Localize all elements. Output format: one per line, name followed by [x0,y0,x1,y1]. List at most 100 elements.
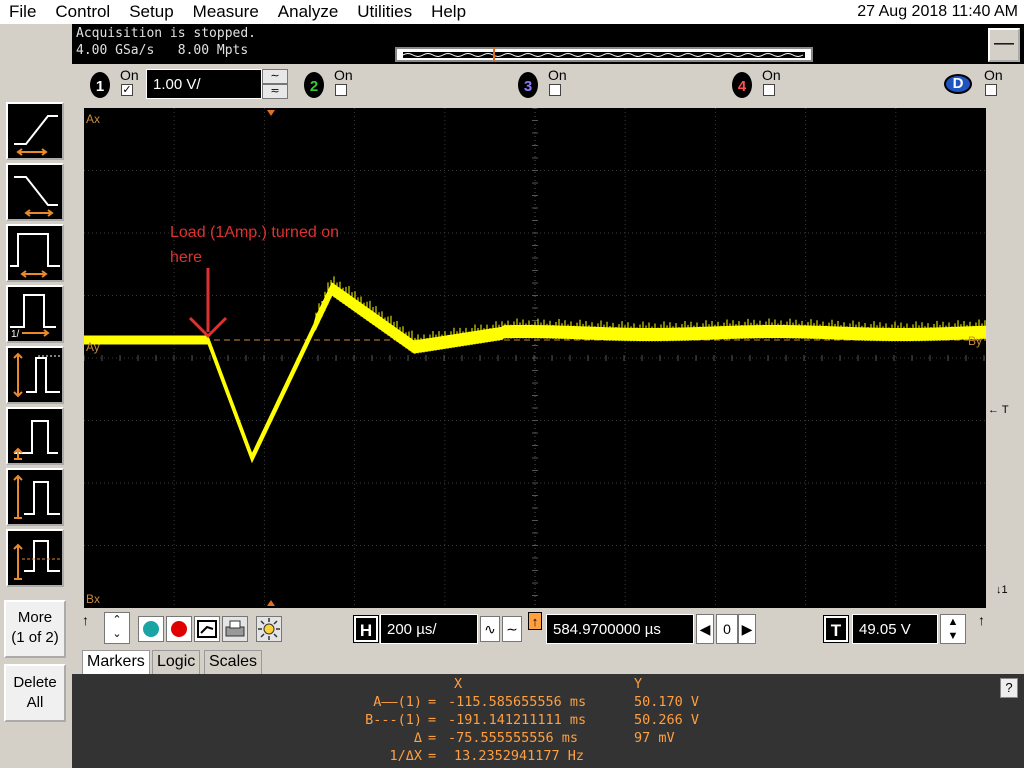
delete-all-button[interactable]: Delete All [4,664,66,722]
menu-file[interactable]: File [0,0,46,24]
markers-panel: X Y A——(1) = -115.585655556 ms 50.170 V … [72,674,1024,768]
setup-hold-trigger-icon [13,420,58,460]
load-annotation: Load (1Amp.) turned on here [170,220,339,270]
delay-zero-button[interactable]: 0 [716,614,738,644]
digital-checkbox[interactable] [985,84,997,96]
marker-a-y: 50.170 V [634,694,700,710]
trigger-level-marker[interactable]: ← T [988,404,1009,416]
channel-1-badge[interactable]: 1 [90,72,110,98]
channel-1-scale-field[interactable]: 1.00 V/ [146,69,262,99]
runt-trigger-button[interactable] [6,346,64,404]
channel-3-badge[interactable]: 3 [518,72,538,98]
marker-by-label: By [968,334,983,348]
digital-channel-badge[interactable]: D [944,74,972,94]
marker-b-y: 50.266 V [634,712,700,728]
waveform-screen: Ax Bx Ay By Load (1Amp.) turned on here … [72,104,1024,608]
memory-waveform-overview [403,47,805,61]
trigger-level-field[interactable]: 49.05 V [852,614,938,644]
waveform-canvas [84,108,986,608]
channel-4-on-label: On [762,67,781,83]
menu-help[interactable]: Help [422,0,476,24]
delay-left-button[interactable]: ◀ [696,614,714,644]
memory-bar [395,47,813,62]
more-page-label: (1 of 2) [11,629,59,646]
run-icon [143,621,159,637]
marker-b-eq: = [428,712,437,728]
sun-icon [258,618,280,640]
acquisition-status: Acquisition is stopped. [76,26,257,41]
stop-button[interactable] [166,616,192,642]
timeout-trigger-button[interactable] [6,529,64,587]
single-button[interactable] [194,616,220,642]
tab-markers[interactable]: Markers [82,650,150,674]
channel-2-on-label: On [334,67,353,83]
memory-position-marker[interactable] [493,47,495,61]
delete-label: Delete [13,674,57,691]
scroll-updown-button[interactable]: ⌃ ⌄ [104,612,130,644]
markers-x-header: X [454,676,463,692]
menu-analyze[interactable]: Analyze [269,0,348,24]
marker-delta-x: -75.555555556 ms [448,730,579,746]
nth-edge-trigger-button[interactable]: 1/ [6,285,64,343]
timeout-trigger-icon [13,540,60,580]
coarse-button[interactable]: ∼ [502,616,522,642]
channel-4-checkbox[interactable] [763,84,775,96]
horizontal-badge[interactable]: H [353,615,379,643]
clock-display: 27 Aug 2018 11:40 AM [857,3,1018,20]
marker-ay-label: Ay [86,340,100,354]
scroll-top-icon[interactable]: ↑ [978,612,985,628]
channel-2-checkbox[interactable] [335,84,347,96]
channel-bar: 1 On ✓ 1.00 V/ ∼ ≂ 2 On 3 On 4 On D On [72,64,1024,104]
help-button[interactable]: ? [1000,678,1018,698]
channel-1-checkbox[interactable]: ✓ [121,84,133,96]
trigger-level-stepper[interactable]: ▲ ▼ [940,614,966,644]
delete-all-label: All [26,694,44,711]
tab-scales[interactable]: Scales [204,650,263,674]
coupling-ac-button[interactable]: ∼ [262,69,288,84]
coupling-dc-button[interactable]: ≂ [262,84,288,99]
falling-edge-trigger-icon [14,176,58,217]
marker-a-label: A——(1) [373,694,422,710]
transition-trigger-button[interactable] [6,468,64,526]
trigger-toolbar: 1/ More (1 of 2) Delete All [0,24,72,768]
transition-trigger-icon [13,474,60,519]
channel-1-ground-marker[interactable]: ↓1 [996,584,1008,596]
menu-measure[interactable]: Measure [184,0,269,24]
scroll-up-icon[interactable]: ↑ [82,612,89,628]
trigger-position-marker-top [267,110,275,116]
annotation-line-1: Load (1Amp.) turned on [170,224,339,241]
print-button[interactable] [222,616,248,642]
marker-a-eq: = [428,694,437,710]
pulse-width-trigger-button[interactable] [6,224,64,282]
setup-hold-trigger-button[interactable] [6,407,64,465]
minimize-button[interactable]: — [988,28,1020,62]
trigger-ref-icon[interactable]: ↑ [528,612,542,630]
menu-utilities[interactable]: Utilities [348,0,422,24]
time-scale-field[interactable]: 200 µs/ [380,614,478,644]
nth-edge-trigger-icon: 1/ [10,294,56,340]
fine-button[interactable]: ∿ [480,616,500,642]
rising-edge-trigger-button[interactable] [6,102,64,160]
tab-logic[interactable]: Logic [152,650,201,674]
channel-2-badge[interactable]: 2 [304,72,324,98]
timebase-bar: ↑ ⌃ ⌄ H 200 µs/ ∿ ∼ ↑ 584.9700000 µs ◀ 0 … [72,608,1024,648]
runt-trigger-icon [13,352,60,398]
menu-setup[interactable]: Setup [120,0,183,24]
oscilloscope-app: File Control Setup Measure Analyze Utili… [0,0,1024,768]
trigger-badge[interactable]: T [823,615,849,643]
marker-b-label: B---(1) [365,712,422,728]
brightness-button[interactable] [256,616,282,642]
stop-icon [171,621,187,637]
channel-4-badge[interactable]: 4 [732,72,752,98]
menu-bar: File Control Setup Measure Analyze Utili… [0,0,1024,24]
delay-right-button[interactable]: ▶ [738,614,756,644]
waveform-grid[interactable]: Ax Bx Ay By Load (1Amp.) turned on here [84,108,986,608]
marker-freq-label: 1/ΔX [389,748,422,764]
single-icon [197,620,217,638]
menu-control[interactable]: Control [46,0,120,24]
falling-edge-trigger-button[interactable] [6,163,64,221]
more-button[interactable]: More (1 of 2) [4,600,66,658]
channel-3-checkbox[interactable] [549,84,561,96]
run-button[interactable] [138,616,164,642]
delay-field[interactable]: 584.9700000 µs [546,614,694,644]
